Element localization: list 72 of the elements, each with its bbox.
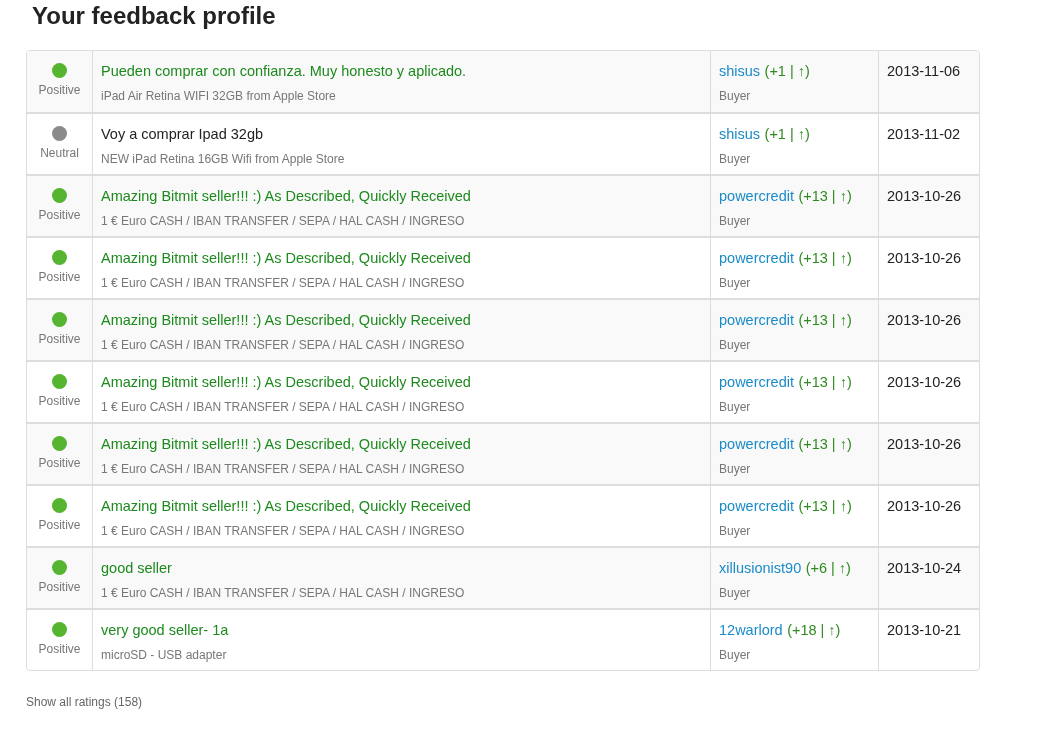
user-link[interactable]: powercredit <box>719 498 794 514</box>
user-reputation: (+13 | ↑) <box>798 436 852 452</box>
rating-label: Positive <box>38 331 81 348</box>
item-title: microSD - USB adapter <box>101 647 228 664</box>
page-title: Your feedback profile <box>32 1 277 30</box>
item-title: NEW iPad Retina 16GB Wifi from Apple Store <box>101 151 346 168</box>
rating-label: Positive <box>38 393 81 410</box>
user-role: Buyer <box>719 275 752 292</box>
item-title: iPad Air Retina WIFI 32GB from Apple Store <box>101 88 337 105</box>
user-reputation: (+1 | ↑) <box>764 63 810 79</box>
feedback-comment: Voy a comprar Ipad 32gb <box>101 126 264 142</box>
rating-label: Positive <box>38 517 81 534</box>
user-reputation: (+1 | ↑) <box>764 126 810 142</box>
feedback-date: 2013-10-26 <box>887 436 962 452</box>
feedback-date: 2013-10-21 <box>887 622 962 638</box>
feedback-comment: Amazing Bitmit seller!!! :) As Described, Quickly Received <box>101 312 471 328</box>
user-link[interactable]: 12warlord <box>719 622 783 638</box>
feedback-comment: Amazing Bitmit seller!!! :) As Described, Quickly Received <box>101 188 471 204</box>
user-link[interactable]: xillusionist90 <box>719 560 802 576</box>
user-link[interactable]: shisus <box>719 126 761 142</box>
user-link[interactable]: powercredit <box>719 250 794 266</box>
feedback-date: 2013-10-26 <box>887 250 962 266</box>
user-role: Buyer <box>719 213 752 230</box>
user-role: Buyer <box>719 151 752 168</box>
feedback-date: 2013-10-26 <box>887 498 962 514</box>
feedback-comment: Pueden comprar con confianza. Muy honesto y aplicado. <box>101 63 467 79</box>
feedback-date: 2013-11-02 <box>887 126 961 142</box>
user-role: Buyer <box>719 399 752 416</box>
feedback-date: 2013-11-06 <box>887 63 961 79</box>
user-link[interactable]: powercredit <box>719 312 794 328</box>
rating-label: Positive <box>38 455 81 472</box>
user-link[interactable]: powercredit <box>719 188 794 204</box>
user-role: Buyer <box>719 585 752 602</box>
rating-label: Positive <box>38 641 81 658</box>
item-title: 1 € Euro CASH / IBAN TRANSFER / SEPA / HAL CASH / INGRESO <box>101 275 466 292</box>
user-role: Buyer <box>719 647 752 664</box>
feedback-date: 2013-10-26 <box>887 374 962 390</box>
rating-label: Positive <box>38 82 81 99</box>
user-role: Buyer <box>719 337 752 354</box>
user-link[interactable]: powercredit <box>719 374 794 390</box>
user-role: Buyer <box>719 523 752 540</box>
feedback-comment: Amazing Bitmit seller!!! :) As Described, Quickly Received <box>101 374 471 390</box>
feedback-date: 2013-10-26 <box>887 188 962 204</box>
item-title: 1 € Euro CASH / IBAN TRANSFER / SEPA / HAL CASH / INGRESO <box>101 585 466 602</box>
user-link[interactable]: powercredit <box>719 436 794 452</box>
user-reputation: (+18 | ↑) <box>787 622 841 638</box>
item-title: 1 € Euro CASH / IBAN TRANSFER / SEPA / HAL CASH / INGRESO <box>101 399 466 416</box>
user-reputation: (+13 | ↑) <box>798 188 852 204</box>
item-title: 1 € Euro CASH / IBAN TRANSFER / SEPA / HAL CASH / INGRESO <box>101 213 466 230</box>
user-reputation: (+13 | ↑) <box>798 250 852 266</box>
user-link[interactable]: shisus <box>719 63 761 79</box>
rating-label: Positive <box>38 579 81 596</box>
user-reputation: (+13 | ↑) <box>798 374 852 390</box>
user-role: Buyer <box>719 88 752 105</box>
user-reputation: (+13 | ↑) <box>798 312 852 328</box>
user-reputation: (+13 | ↑) <box>798 498 852 514</box>
feedback-comment: Amazing Bitmit seller!!! :) As Described, Quickly Received <box>101 436 471 452</box>
feedback-comment: very good seller- 1a <box>101 622 229 638</box>
user-role: Buyer <box>719 461 752 478</box>
item-title: 1 € Euro CASH / IBAN TRANSFER / SEPA / HAL CASH / INGRESO <box>101 461 466 478</box>
show-all-ratings-link[interactable]: Show all ratings (158) <box>26 693 143 711</box>
feedback-comment: Amazing Bitmit seller!!! :) As Described, Quickly Received <box>101 498 471 514</box>
feedback-comment: Amazing Bitmit seller!!! :) As Described, Quickly Received <box>101 250 471 266</box>
rating-label: Neutral <box>40 145 79 162</box>
user-reputation: (+6 | ↑) <box>805 560 851 576</box>
feedback-comment: good seller <box>101 560 172 576</box>
rating-label: Positive <box>38 269 81 286</box>
item-title: 1 € Euro CASH / IBAN TRANSFER / SEPA / HAL CASH / INGRESO <box>101 337 466 354</box>
feedback-date: 2013-10-24 <box>887 560 962 576</box>
rating-label: Positive <box>38 207 81 224</box>
feedback-date: 2013-10-26 <box>887 312 962 328</box>
item-title: 1 € Euro CASH / IBAN TRANSFER / SEPA / HAL CASH / INGRESO <box>101 523 466 540</box>
